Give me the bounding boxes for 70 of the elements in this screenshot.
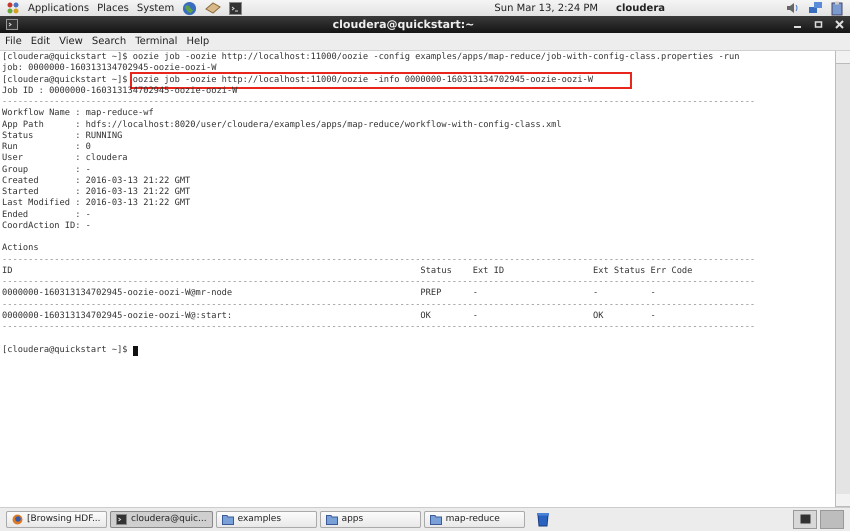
panel-menu[interactable]: System <box>136 2 174 14</box>
dashed-rule-text: ------------------------------------------------------------------------------------------------------------------------------------------------ <box>2 322 756 334</box>
panel-menu[interactable]: Applications <box>28 2 90 14</box>
taskbar-button[interactable]: examples <box>216 510 317 528</box>
workspace-switcher[interactable] <box>793 510 817 528</box>
table-cell: PREP <box>420 288 442 298</box>
taskbar-button[interactable]: cloudera@quic... <box>110 510 213 528</box>
table-cell: Ext ID <box>472 266 504 276</box>
table-cell: 0000000-160313134702945-oozie-oozi-W@mr-node <box>2 288 232 298</box>
output-text: Created : 2016-03-13 21:22 GMT <box>2 176 190 187</box>
output-text: Ended : - <box>2 210 91 221</box>
table-cell: Status <box>420 266 452 276</box>
panel-menu[interactable]: Places <box>97 2 129 14</box>
browser-icon <box>12 514 23 524</box>
taskbar-button[interactable]: apps <box>320 510 421 528</box>
table-cell: - <box>650 310 656 321</box>
command-text: oozie job -oozie http://localhost:11000/oozie -config examples/apps/map-reduce/job-with-config-class.properties -run <box>132 52 740 63</box>
table-cell: Ext Status <box>593 266 646 276</box>
output-text: CoordAction ID: - <box>2 220 91 232</box>
globe-icon[interactable] <box>182 0 198 16</box>
shell-prompt: [cloudera@quickstart ~]$ <box>2 52 128 63</box>
output-text: Group : - <box>2 164 91 176</box>
output-text: Actions <box>2 243 39 254</box>
dashed-rule-text: ------------------------------------------------------------------------------------------------------------------------------------------------ <box>2 97 756 108</box>
table-cell: - <box>650 288 656 298</box>
table-cell: - <box>472 288 478 298</box>
output-text: App Path : hdfs://localhost:8020/user/cloudera/examples/apps/map-reduce/workflow-with-config-class.xml <box>2 120 562 131</box>
taskbar-button[interactable]: [Browsing HDF... <box>6 510 107 528</box>
window-title: cloudera@quickstart:~ <box>332 18 476 31</box>
maximize-icon[interactable] <box>814 20 823 29</box>
menu-item[interactable]: View <box>59 36 83 47</box>
table-cell: 0000000-160313134702945-oozie-oozi-W@:start: <box>2 310 232 321</box>
dashed-rule-text: ------------------------------------------------------------------------------------------------------------------------------------------------ <box>2 300 756 311</box>
table-cell: OK <box>420 310 431 321</box>
workspace-switcher[interactable] <box>820 510 844 528</box>
folder-icon <box>326 514 338 524</box>
network-icon[interactable] <box>808 0 823 16</box>
output-text: Run : 0 <box>2 142 91 153</box>
menu-item[interactable]: File <box>5 36 22 47</box>
dashed-rule-text: ------------------------------------------------------------------------------------------------------------------------------------------------ <box>2 254 756 266</box>
table-cell: - <box>593 288 598 298</box>
output-text: Started : 2016-03-13 21:22 GMT <box>2 187 190 198</box>
menu-item[interactable]: Search <box>92 36 126 47</box>
output-text: Job ID : 0000000-160313134702945-oozie-oozi-W <box>2 86 238 97</box>
clipboard-icon[interactable] <box>831 0 844 16</box>
dashed-rule-text: ------------------------------------------------------------------------------------------------------------------------------------------------ <box>2 277 756 288</box>
output-text: Workflow Name : map-reduce-wf <box>2 108 154 120</box>
close-icon[interactable] <box>835 20 844 29</box>
output-text: User : cloudera <box>2 153 128 164</box>
output-text: Status : RUNNING <box>2 130 122 142</box>
table-cell: - <box>472 310 478 321</box>
menu-item[interactable]: Terminal <box>135 36 178 47</box>
clock[interactable]: Sun Mar 13, 2:24 PM <box>494 2 598 14</box>
table-cell: Err Code <box>650 266 692 276</box>
output-text: Last Modified : 2016-03-13 21:22 GMT <box>2 198 190 210</box>
folder-icon <box>222 514 234 524</box>
table-cell: OK <box>593 310 604 321</box>
table-cell: ID <box>2 266 12 276</box>
shell-prompt: [cloudera@quickstart ~]$ <box>2 74 128 86</box>
command-text: oozie job -oozie http://localhost:11000/oozie -info 0000000-160313134702945-oozie-oozi-W <box>132 74 630 86</box>
output-text: job: 0000000-160313134702945-oozie-oozi-W <box>2 63 216 74</box>
trash-icon[interactable] <box>536 512 550 526</box>
foot-logo-icon[interactable] <box>6 1 20 15</box>
menu-item[interactable]: Help <box>186 36 210 47</box>
folder-icon <box>430 514 442 524</box>
menu-item[interactable]: Edit <box>30 36 50 47</box>
speaker-icon[interactable] <box>786 1 800 15</box>
user-name[interactable]: cloudera <box>616 2 665 14</box>
shell-prompt: [cloudera@quickstart ~]$ <box>2 344 128 356</box>
taskbar-button[interactable]: map-reduce <box>424 510 525 528</box>
